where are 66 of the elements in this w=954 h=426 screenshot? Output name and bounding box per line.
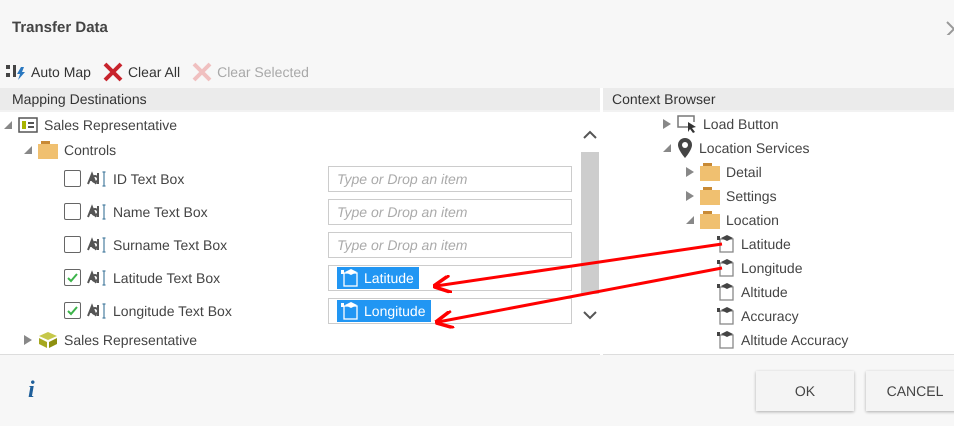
panel-header: Mapping Destinations xyxy=(0,88,600,112)
panel-header: Context Browser xyxy=(603,88,954,112)
toolbar-button[interactable]: Clear All xyxy=(102,62,180,82)
property-icon xyxy=(717,307,735,325)
expand-toggle-icon[interactable] xyxy=(686,167,694,177)
tree-item[interactable]: Accuracy xyxy=(741,308,799,324)
collapse-toggle-icon[interactable] xyxy=(686,216,694,224)
check-icon xyxy=(67,306,78,316)
property-icon xyxy=(341,302,359,320)
field-label: Surname Text Box xyxy=(113,236,228,252)
tree-item[interactable]: Load Button xyxy=(703,116,779,132)
tree-item[interactable]: Altitude xyxy=(741,284,788,300)
folder-icon xyxy=(700,211,720,229)
toolbar-button[interactable]: Auto Map xyxy=(6,64,91,80)
close-icon xyxy=(192,62,212,82)
checkbox[interactable] xyxy=(64,302,81,319)
collapse-toggle-icon[interactable] xyxy=(4,120,12,128)
map-pin-icon xyxy=(677,138,693,158)
check-icon xyxy=(67,272,78,282)
tree-item[interactable]: Sales Representative xyxy=(64,332,198,348)
close-icon xyxy=(102,62,123,82)
property-icon xyxy=(717,331,735,349)
close-icon[interactable] xyxy=(946,20,954,34)
field-label: Longitude Text Box xyxy=(113,302,232,318)
dialog-button[interactable]: CANCEL xyxy=(866,370,954,410)
tree-item[interactable]: Controls xyxy=(64,142,116,158)
checkbox[interactable] xyxy=(64,170,81,187)
tree-item[interactable]: Altitude Accuracy xyxy=(741,332,848,348)
textbox-icon xyxy=(87,236,107,252)
tree-item[interactable]: Location Services xyxy=(699,140,810,156)
folder-icon xyxy=(38,140,58,158)
folder-icon xyxy=(700,163,720,181)
collapse-toggle-icon[interactable] xyxy=(663,144,671,152)
info-icon[interactable]: i xyxy=(28,377,35,404)
tree-item[interactable]: Longitude xyxy=(741,260,803,276)
tree-item[interactable]: Sales Representative xyxy=(44,116,178,132)
tree-item[interactable]: Location xyxy=(726,212,779,228)
expand-toggle-icon[interactable] xyxy=(663,119,671,129)
field-label: Latitude Text Box xyxy=(113,270,220,286)
property-icon xyxy=(717,235,735,253)
expand-toggle-icon[interactable] xyxy=(686,191,694,201)
textbox-icon xyxy=(87,302,107,318)
scrollbar-thumb[interactable] xyxy=(581,152,599,294)
tree-item[interactable]: Settings xyxy=(726,188,777,204)
window-title: Transfer Data xyxy=(12,19,108,36)
checkbox[interactable] xyxy=(64,236,81,253)
expand-toggle-icon[interactable] xyxy=(24,334,32,344)
form-icon xyxy=(18,116,38,132)
checkbox[interactable] xyxy=(64,269,81,286)
folder-icon xyxy=(700,187,720,205)
tree-item[interactable]: Latitude xyxy=(741,236,791,252)
textbox-icon xyxy=(87,170,107,186)
collapse-toggle-icon[interactable] xyxy=(24,146,32,154)
field-label: ID Text Box xyxy=(113,170,184,186)
property-icon xyxy=(717,283,735,301)
checkbox[interactable] xyxy=(64,203,81,220)
auto-map-icon xyxy=(6,64,26,80)
dialog-button[interactable]: OK xyxy=(756,370,854,410)
button-cursor-icon xyxy=(677,115,697,133)
textbox-icon xyxy=(87,270,107,286)
textbox-icon xyxy=(87,204,107,220)
cube-icon xyxy=(38,332,58,348)
property-icon xyxy=(341,268,359,286)
field-label: Name Text Box xyxy=(113,204,208,220)
property-icon xyxy=(717,259,735,277)
tree-item[interactable]: Detail xyxy=(726,164,762,180)
